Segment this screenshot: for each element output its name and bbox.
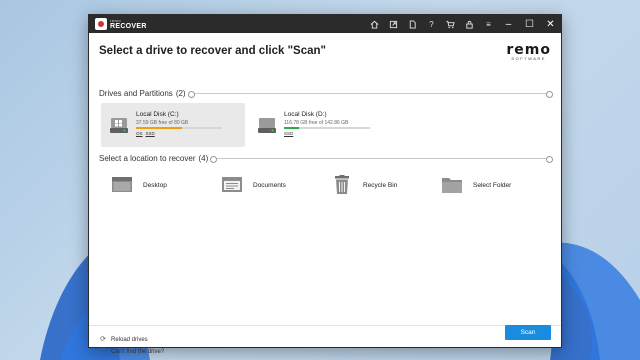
file-icon[interactable] bbox=[403, 15, 422, 33]
drive-usage-bar bbox=[136, 127, 222, 129]
drive-size: 116.78 GB free of 142.86 GB bbox=[284, 120, 349, 126]
location-label: Documents bbox=[253, 181, 286, 189]
reload-icon: ⟳ bbox=[100, 336, 106, 343]
recycle-bin-icon bbox=[335, 175, 349, 194]
location-label: Select Folder bbox=[473, 181, 512, 189]
location-label: Desktop bbox=[143, 181, 167, 189]
documents-icon bbox=[222, 177, 242, 192]
drive-usage-fill bbox=[136, 127, 182, 129]
locations-section-label: Select a location to recover bbox=[99, 154, 196, 163]
drives-section-label: Drives and Partitions bbox=[99, 89, 173, 98]
drive-usage-fill bbox=[284, 127, 300, 129]
location-select-folder[interactable]: Select Folder bbox=[441, 175, 551, 195]
hard-drive-icon bbox=[258, 118, 276, 133]
remo-software-logo: remo SOFTWARE bbox=[506, 43, 551, 61]
lock-icon[interactable] bbox=[460, 15, 479, 33]
footer-divider bbox=[89, 325, 561, 326]
drive-size: 37.59 GB free of 80 GB bbox=[136, 120, 189, 126]
section-divider bbox=[210, 156, 553, 163]
drive-name: Local Disk (C:) bbox=[136, 111, 179, 118]
export-icon[interactable] bbox=[384, 15, 403, 33]
menu-icon[interactable]: ≡ bbox=[479, 15, 498, 33]
desktop-icon bbox=[112, 177, 132, 192]
reload-drives-link[interactable]: ⟳ Reload drives bbox=[99, 336, 148, 344]
hard-drive-icon bbox=[110, 118, 128, 133]
drives-section-count: (2) bbox=[175, 89, 186, 98]
drive-card-d[interactable]: Local Disk (D:) 116.78 GB free of 142.86… bbox=[249, 103, 393, 147]
page-title: Select a drive to recover and click "Sca… bbox=[99, 45, 326, 57]
app-logo: remo RECOVER bbox=[95, 18, 147, 30]
home-icon[interactable] bbox=[365, 15, 384, 33]
location-documents[interactable]: Documents bbox=[221, 175, 331, 195]
maximize-icon[interactable]: ☐ bbox=[519, 15, 540, 33]
drive-card-c[interactable]: Local Disk (C:) 37.59 GB free of 80 GB O… bbox=[101, 103, 245, 147]
location-desktop[interactable]: Desktop bbox=[111, 175, 221, 195]
cart-icon[interactable] bbox=[441, 15, 460, 33]
minimize-icon[interactable]: – bbox=[498, 15, 519, 33]
reload-drives-label: Reload drives bbox=[111, 337, 148, 343]
scan-button[interactable]: Scan bbox=[505, 325, 551, 340]
folder-icon bbox=[442, 178, 462, 193]
app-window: remo RECOVER ? ≡ – ☐ ✕ Select a drive to… bbox=[88, 14, 562, 355]
main-content: Select a drive to recover and click "Sca… bbox=[89, 33, 561, 355]
close-icon[interactable]: ✕ bbox=[540, 15, 561, 33]
drive-tag-ssd: SSD bbox=[284, 131, 294, 136]
location-list: Desktop Documents Recycle Bin Select Fol… bbox=[111, 175, 551, 195]
cant-find-drive-link[interactable]: ⓘ Can't find the drive? bbox=[99, 348, 165, 356]
locations-section-header: Select a location to recover (4) bbox=[99, 154, 553, 163]
question-circle-icon: ⓘ bbox=[99, 348, 107, 355]
logo-mark-icon bbox=[95, 18, 107, 30]
remo-logo-word: remo bbox=[506, 42, 551, 58]
remo-logo-subtitle: SOFTWARE bbox=[511, 56, 546, 61]
section-divider bbox=[187, 91, 554, 98]
logo-product-name: RECOVER bbox=[110, 22, 147, 30]
cant-find-drive-label: Can't find the drive? bbox=[111, 349, 165, 355]
drives-section-header: Drives and Partitions (2) bbox=[99, 89, 554, 98]
drive-tag-os: OS bbox=[136, 131, 143, 136]
location-recycle-bin[interactable]: Recycle Bin bbox=[331, 175, 441, 195]
help-icon[interactable]: ? bbox=[422, 15, 441, 33]
title-bar: remo RECOVER ? ≡ – ☐ ✕ bbox=[89, 15, 561, 33]
drive-usage-bar bbox=[284, 127, 370, 129]
drive-name: Local Disk (D:) bbox=[284, 111, 327, 118]
location-label: Recycle Bin bbox=[363, 181, 398, 189]
drive-tag-ssd: SSD bbox=[145, 131, 155, 136]
locations-section-count: (4) bbox=[198, 154, 209, 163]
